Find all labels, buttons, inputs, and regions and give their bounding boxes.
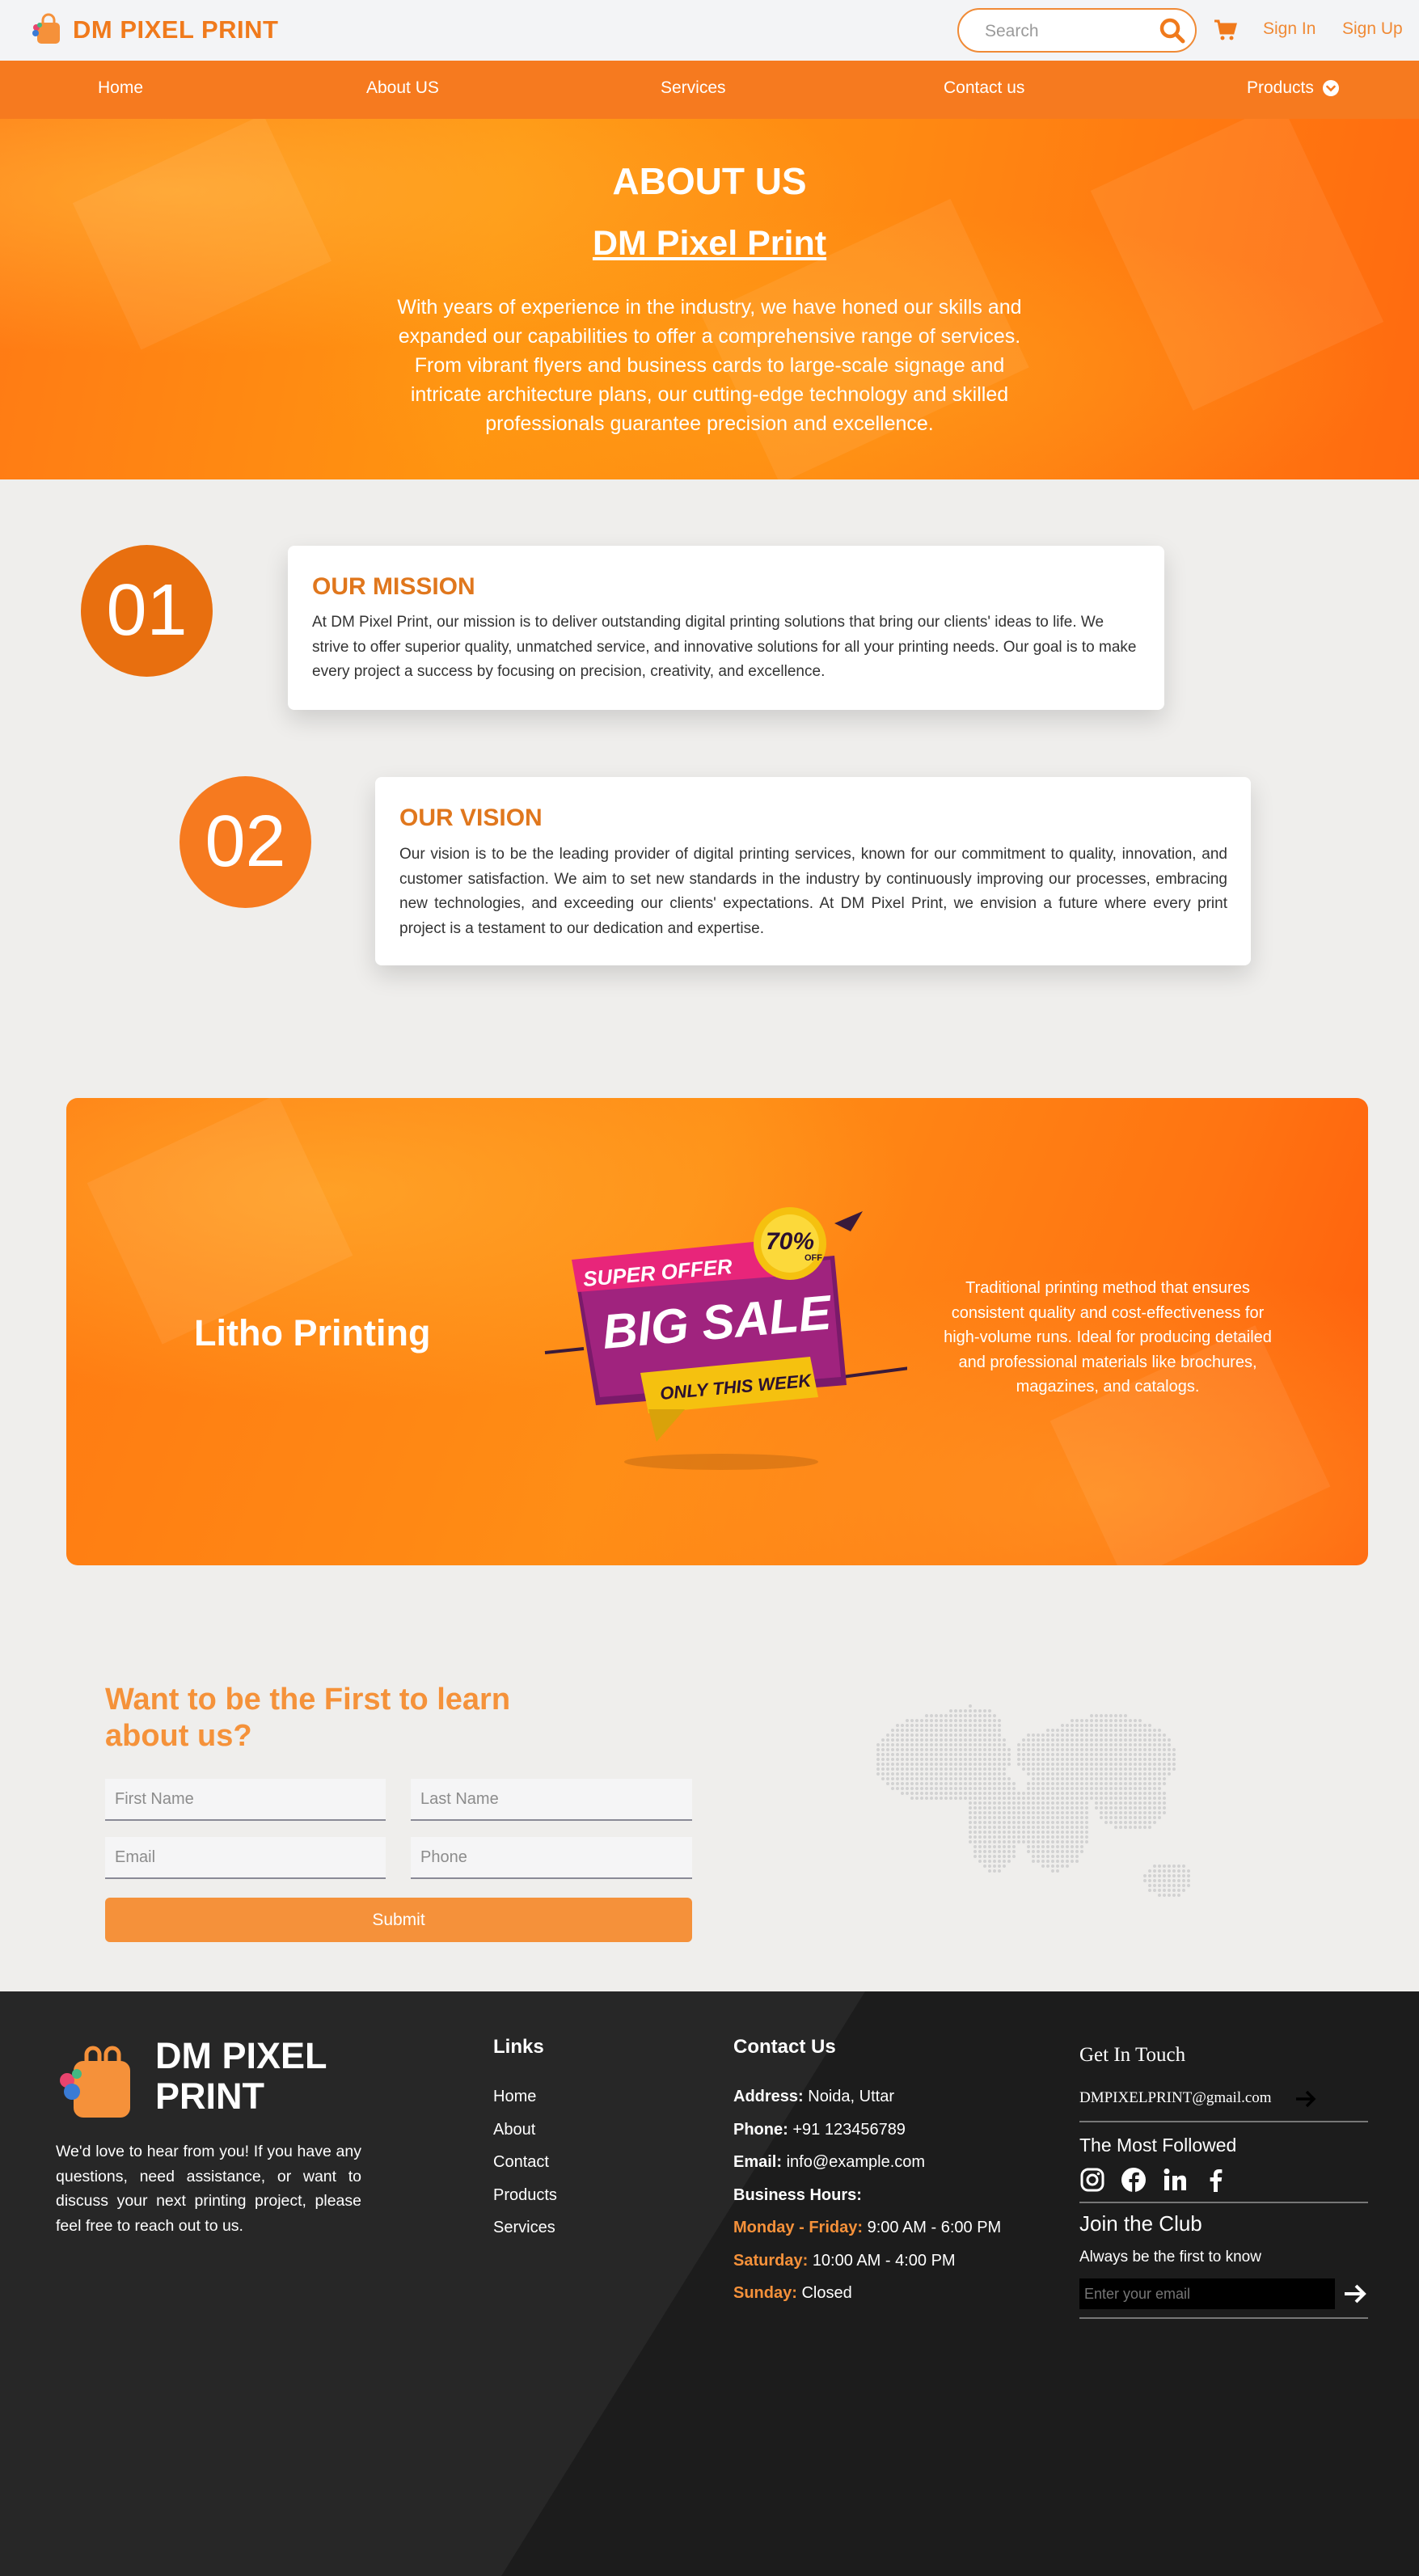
main-nav: Home About US Services Contact us Produc… bbox=[0, 61, 1419, 119]
footer-brand-line1: DM PIXEL bbox=[155, 2035, 327, 2076]
litho-title: Litho Printing bbox=[194, 1312, 431, 1353]
nav-about-us[interactable]: About US bbox=[366, 78, 439, 98]
vision-text: Our vision is to be the leading provider… bbox=[399, 846, 1227, 937]
most-followed-title: The Most Followed bbox=[1079, 2135, 1237, 2156]
banner-shape bbox=[87, 1098, 353, 1345]
footer-link-services[interactable]: Services bbox=[493, 2219, 555, 2237]
submit-button[interactable]: Submit bbox=[105, 1898, 692, 1942]
phone-field[interactable] bbox=[411, 1837, 692, 1879]
nav-home[interactable]: Home bbox=[98, 78, 143, 98]
footer-about: We'd love to hear from you! If you have … bbox=[56, 2143, 361, 2235]
search-icon[interactable] bbox=[1156, 15, 1189, 47]
top-header: DM PIXEL PRINT Sign In Sign Up bbox=[0, 0, 1419, 61]
footer-bag-icon bbox=[60, 2046, 130, 2118]
arrow-right-icon[interactable] bbox=[1294, 2087, 1318, 2111]
contact-title: Contact Us bbox=[733, 2036, 836, 2058]
cart-icon[interactable] bbox=[1213, 18, 1237, 42]
facebook-circle-icon[interactable] bbox=[1121, 2167, 1147, 2193]
nav-services[interactable]: Services bbox=[661, 78, 726, 98]
last-name-field[interactable] bbox=[411, 1779, 692, 1821]
hours-saturday: Saturday: 10:00 AM - 4:00 PM bbox=[733, 2252, 956, 2270]
vision-title: OUR VISION bbox=[399, 804, 543, 831]
site-footer: DM PIXEL PRINT We'd love to hear from yo… bbox=[0, 1991, 1419, 2576]
litho-description: Traditional printing method that ensures… bbox=[944, 1279, 1272, 1396]
brand-logo[interactable]: DM PIXEL PRINT bbox=[31, 13, 278, 47]
vision-number: 02 bbox=[179, 776, 311, 908]
search-input[interactable] bbox=[985, 21, 1147, 42]
mission-number: 01 bbox=[81, 545, 213, 677]
search-box bbox=[957, 8, 1197, 53]
footer-link-contact[interactable]: Contact bbox=[493, 2153, 549, 2172]
mission-title: OUR MISSION bbox=[312, 573, 475, 600]
hours-sunday: Sunday: Closed bbox=[733, 2284, 852, 2302]
about-hero: ABOUT US DM Pixel Print With years of ex… bbox=[0, 119, 1419, 479]
linkedin-icon[interactable] bbox=[1162, 2167, 1188, 2193]
join-club-subtitle: Always be the first to know bbox=[1079, 2249, 1261, 2266]
mission-card: OUR MISSION At DM Pixel Print, our missi… bbox=[288, 546, 1164, 710]
get-in-touch-title: Get In Touch bbox=[1079, 2044, 1186, 2066]
footer-link-products[interactable]: Products bbox=[493, 2186, 557, 2205]
sign-up-link[interactable]: Sign Up bbox=[1342, 19, 1403, 39]
nav-products-label: Products bbox=[1247, 78, 1314, 97]
mission-text: At DM Pixel Print, our mission is to del… bbox=[312, 614, 1137, 680]
footer-link-about[interactable]: About bbox=[493, 2121, 535, 2139]
links-title: Links bbox=[493, 2036, 544, 2058]
shopping-bag-icon bbox=[32, 13, 60, 44]
signup-title: Want to be the First to learn about us? bbox=[105, 1683, 511, 1753]
sale-badge-graphic: SUPER OFFER BIG SALE ONLY THIS WEEK 70% … bbox=[544, 1207, 907, 1470]
facebook-icon[interactable] bbox=[1203, 2167, 1229, 2193]
page-title: ABOUT US bbox=[612, 160, 807, 202]
contact-email: Email: info@example.com bbox=[733, 2153, 926, 2171]
hero-description: With years of experience in the industry… bbox=[397, 296, 1022, 435]
business-hours-label: Business Hours: bbox=[733, 2186, 862, 2204]
divider bbox=[1079, 2121, 1368, 2122]
badge-percent: 70% bbox=[766, 1228, 814, 1255]
nav-contact-us[interactable]: Contact us bbox=[944, 78, 1024, 98]
join-club-title: Join the Club bbox=[1079, 2211, 1202, 2236]
newsletter-submit-arrow-icon[interactable] bbox=[1342, 2281, 1368, 2307]
world-map-graphic bbox=[876, 1704, 1190, 1897]
footer-link-home[interactable]: Home bbox=[493, 2088, 536, 2106]
litho-printing-banner: Litho Printing SUPER OFFER BIG SALE ONLY… bbox=[66, 1098, 1368, 1565]
first-name-field[interactable] bbox=[105, 1779, 386, 1821]
email-field[interactable] bbox=[105, 1837, 386, 1879]
badge-off: OFF bbox=[805, 1253, 822, 1263]
footer-brand-line2: PRINT bbox=[155, 2076, 264, 2117]
vision-card: OUR VISION Our vision is to be the leadi… bbox=[375, 777, 1251, 965]
touch-email-link[interactable]: DMPIXELPRINT@gmail.com bbox=[1079, 2089, 1272, 2107]
newsletter-email-input[interactable] bbox=[1079, 2278, 1335, 2309]
contact-address: Address: Noida, Uttar bbox=[733, 2088, 894, 2105]
divider bbox=[1079, 2202, 1368, 2203]
hero-subtitle: DM Pixel Print bbox=[592, 224, 827, 263]
instagram-icon[interactable] bbox=[1079, 2167, 1105, 2193]
sign-in-link[interactable]: Sign In bbox=[1263, 19, 1316, 39]
contact-phone: Phone: +91 123456789 bbox=[733, 2121, 906, 2139]
chevron-down-icon bbox=[1322, 80, 1339, 96]
brand-name: DM PIXEL PRINT bbox=[73, 15, 279, 44]
hours-weekday: Monday - Friday: 9:00 AM - 6:00 PM bbox=[733, 2219, 1002, 2236]
divider bbox=[1079, 2317, 1368, 2319]
nav-products[interactable]: Products bbox=[1247, 78, 1340, 98]
footer-brand: DM PIXEL PRINT bbox=[155, 2036, 365, 2117]
